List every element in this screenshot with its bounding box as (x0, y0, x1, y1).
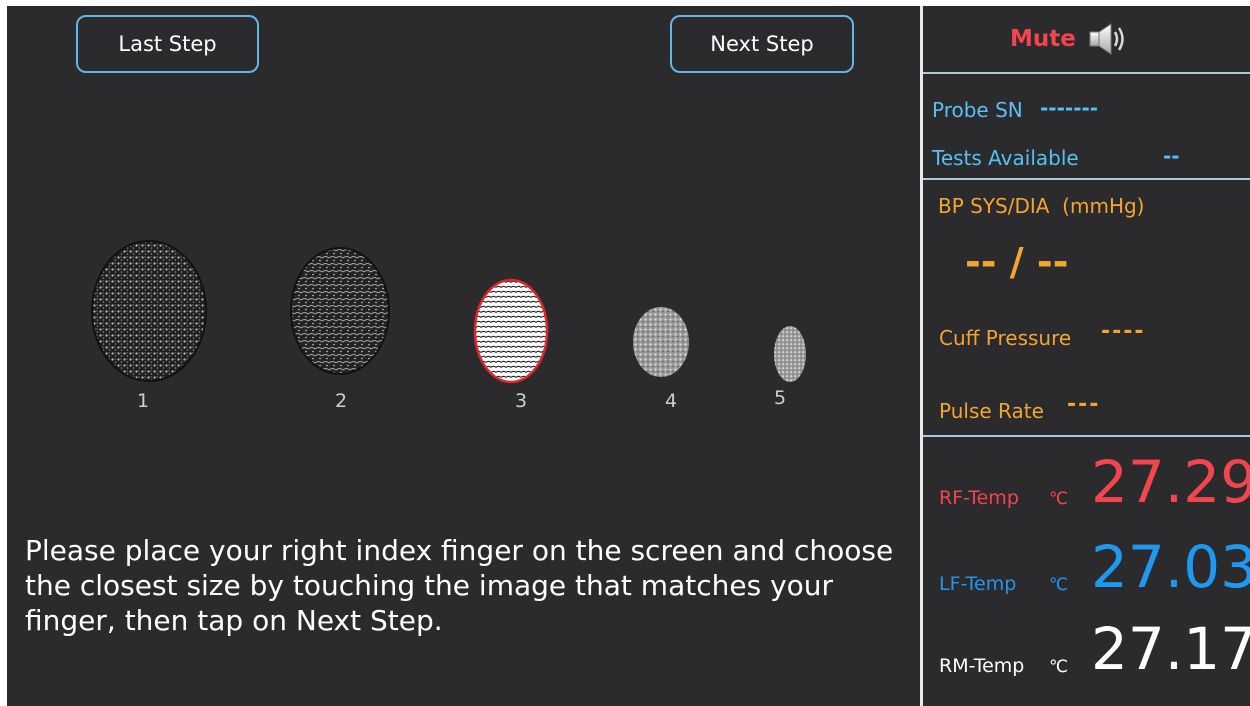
cuff-pressure-value: ---- (1101, 319, 1146, 344)
finger-size-option-3[interactable] (471, 275, 551, 387)
mute-button[interactable]: Mute (1010, 22, 1130, 56)
finger-size-option-1[interactable] (87, 238, 211, 386)
rm-temp-unit: ℃ (1049, 657, 1069, 677)
finger-size-label-5: 5 (773, 387, 787, 409)
next-step-button[interactable]: Next Step (670, 15, 854, 73)
finger-size-label-2: 2 (334, 390, 348, 412)
sidebar-divider-1 (923, 72, 1250, 74)
pulse-rate-label: Pulse Rate (939, 399, 1044, 423)
finger-size-label-4: 4 (664, 390, 678, 412)
lf-temp-unit: ℃ (1049, 575, 1069, 595)
status-sidebar: Mute Probe SN ------- Tests Available --… (923, 6, 1250, 706)
probe-sn-label: Probe SN (932, 98, 1023, 122)
finger-size-option-5[interactable] (770, 323, 810, 385)
sidebar-divider-3 (923, 435, 1250, 437)
speaker-icon (1089, 23, 1124, 55)
pulse-rate-value: --- (1067, 392, 1101, 417)
lf-temp-value: 27.03 (1091, 533, 1250, 601)
finger-size-option-4[interactable] (629, 303, 693, 381)
lf-temp-label: LF-Temp (939, 573, 1017, 595)
rf-temp-label: RF-Temp (939, 487, 1019, 509)
mute-label: Mute (1010, 26, 1076, 52)
bp-value: -- / -- (965, 240, 1069, 284)
finger-size-label-3: 3 (514, 390, 528, 412)
finger-size-option-2[interactable] (287, 241, 393, 381)
last-step-button[interactable]: Last Step (76, 15, 259, 73)
rm-temp-label: RM-Temp (939, 655, 1025, 677)
tests-available-value: -- (1163, 144, 1180, 168)
rf-temp-value: 27.29 (1091, 448, 1250, 516)
rm-temp-value: 27.17 (1091, 615, 1250, 683)
bp-label: BP SYS/DIA (mmHg) (938, 194, 1145, 218)
rf-temp-unit: ℃ (1049, 489, 1069, 509)
sidebar-divider-2 (923, 178, 1250, 180)
probe-sn-value: ------- (1040, 96, 1099, 120)
main-screen: Last Step Next Step 1 2 3 4 5 Please pla… (7, 6, 1250, 706)
tests-available-label: Tests Available (932, 146, 1079, 170)
finger-size-label-1: 1 (136, 390, 150, 412)
cuff-pressure-label: Cuff Pressure (939, 326, 1072, 350)
instruction-text: Please place your right index finger on … (25, 534, 894, 637)
